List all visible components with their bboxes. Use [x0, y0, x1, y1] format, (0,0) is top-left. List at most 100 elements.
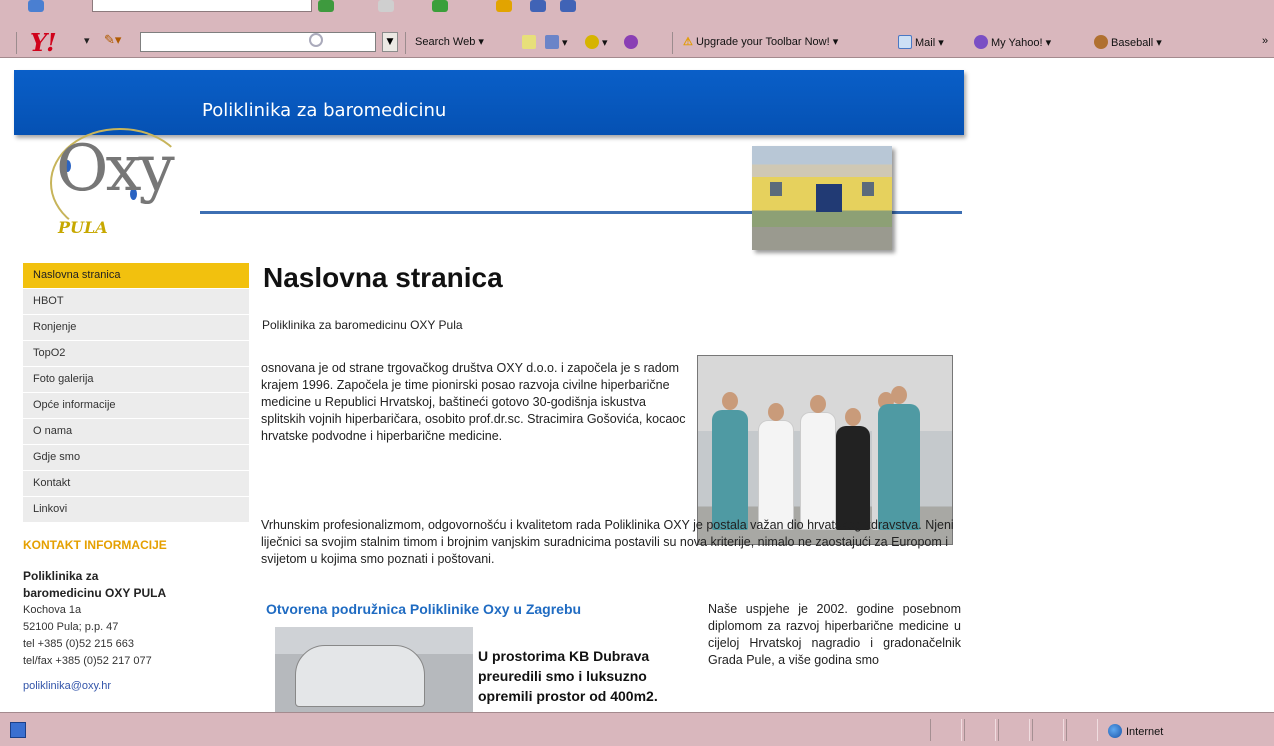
- intro-paragraph: osnovana je od strane trgovačkog društva…: [261, 361, 686, 443]
- mail-button[interactable]: Mail ▾: [898, 35, 944, 49]
- toolbar-separator: [672, 32, 673, 54]
- links-toolbar: [0, 0, 1274, 22]
- mail-icon: [898, 35, 912, 49]
- go-icon[interactable]: [318, 0, 334, 12]
- baseball-icon: [1094, 35, 1108, 49]
- popup-blocker-icon: [624, 35, 638, 49]
- page-title: Naslovna stranica: [263, 262, 503, 293]
- contact-email-link[interactable]: poliklinika@oxy.hr: [23, 678, 249, 695]
- toolbar-separator: [405, 32, 406, 54]
- status-pane: [1066, 719, 1098, 741]
- nav-item-kontakt[interactable]: Kontakt: [23, 471, 249, 497]
- contact-tel: tel +385 (0)52 215 663: [23, 638, 135, 650]
- achievements-paragraph: Naše uspjehe je 2002. godine posebnom di…: [708, 602, 961, 667]
- search-dropdown-button[interactable]: ▼: [382, 32, 398, 52]
- photo-window: [862, 182, 874, 196]
- media-icon[interactable]: [530, 0, 546, 12]
- photo-person: [800, 395, 836, 530]
- contact-city: 52100 Pula; p.p. 47: [23, 621, 119, 633]
- quality-paragraph: Vrhunskim profesionalizmom, odgovornošću…: [261, 518, 954, 566]
- photo-person-head: [810, 395, 826, 413]
- toolbar-overflow-button[interactable]: »: [1262, 35, 1268, 47]
- status-pane: [930, 719, 962, 741]
- history-icon[interactable]: [560, 0, 576, 12]
- banner-title: Poliklinika za baromedicinu: [202, 100, 447, 121]
- mail-label: Mail: [915, 37, 936, 49]
- baseball-button[interactable]: Baseball ▾: [1094, 35, 1162, 49]
- photo-door: [816, 184, 842, 212]
- status-pane: [1032, 719, 1064, 741]
- photo-hyperbaric-chamber: [295, 645, 425, 707]
- highlight-icon: [522, 35, 536, 49]
- ie-icon[interactable]: [28, 0, 44, 12]
- zagreb-branch-text: U prostorima KB Dubrava preuredili smo i…: [478, 648, 658, 704]
- security-zone-label: Internet: [1126, 726, 1164, 738]
- search-icon: [309, 33, 323, 47]
- nav-item-topo2[interactable]: TopO2: [23, 341, 249, 367]
- nav-item-ronjenje[interactable]: Ronjenje: [23, 315, 249, 341]
- logo-pula: PULA: [58, 218, 108, 237]
- page-status-icon: [10, 722, 26, 738]
- search-web-button[interactable]: Search Web ▾: [415, 35, 484, 48]
- zagreb-chamber-photo[interactable]: [275, 627, 473, 712]
- nav-item-hbot[interactable]: HBOT: [23, 289, 249, 315]
- zagreb-branch-link[interactable]: Otvorena podružnica Poliklinike Oxy u Za…: [266, 601, 581, 617]
- my-yahoo-button[interactable]: My Yahoo! ▾: [974, 35, 1051, 49]
- print-icon[interactable]: [378, 0, 394, 12]
- left-navigation: Naslovna stranica HBOT Ronjenje TopO2 Fo…: [23, 263, 249, 523]
- photo-person: [878, 386, 920, 530]
- refresh-icon[interactable]: [432, 0, 448, 12]
- clinic-building-photo: [752, 146, 892, 250]
- antispy-icon: [585, 35, 599, 49]
- my-yahoo-label: My Yahoo!: [991, 37, 1043, 49]
- star-icon[interactable]: [496, 0, 512, 12]
- news-button[interactable]: ▾: [545, 35, 568, 49]
- nav-item-opce-informacije[interactable]: Opće informacije: [23, 393, 249, 419]
- photo-window: [770, 182, 782, 196]
- photo-person-head: [891, 386, 907, 404]
- antispy-button[interactable]: ▾: [585, 35, 608, 49]
- contact-info: Poliklinika za baromedicinu OXY PULA Koc…: [23, 568, 249, 695]
- yahoo-menu-arrow-icon[interactable]: ▾: [84, 34, 90, 47]
- oxy-pula-logo[interactable]: Oxy PULA: [44, 118, 194, 246]
- page-subtitle: Poliklinika za baromedicinu OXY Pula: [262, 318, 463, 332]
- warning-icon: ⚠: [683, 36, 693, 48]
- upgrade-label: Upgrade your Toolbar Now!: [695, 36, 830, 48]
- yahoo-toolbar: Y! ▾ ✎▾ ▼ Search Web ▾ ▾ ▾ ⚠ Upgrade you…: [0, 26, 1274, 57]
- nav-item-foto-galerija[interactable]: Foto galerija: [23, 367, 249, 393]
- news-icon: [545, 35, 559, 49]
- contact-name-line2: baromedicinu OXY PULA: [23, 586, 167, 600]
- yahoo-logo-icon[interactable]: Y!: [30, 28, 57, 57]
- status-pane: [998, 719, 1030, 741]
- upgrade-toolbar-link[interactable]: ⚠ Upgrade your Toolbar Now! ▾: [683, 35, 838, 48]
- nav-item-linkovi[interactable]: Linkovi: [23, 497, 249, 523]
- globe-icon: [1108, 724, 1122, 738]
- pencil-icon[interactable]: ✎▾: [104, 32, 121, 48]
- contact-name-line1: Poliklinika za: [23, 569, 99, 583]
- address-field[interactable]: [92, 0, 312, 12]
- search-web-label: Search Web: [415, 36, 476, 48]
- popup-blocker-button[interactable]: [624, 35, 641, 49]
- photo-person: [758, 403, 794, 530]
- security-zone[interactable]: Internet: [1108, 724, 1163, 738]
- page-viewport: Poliklinika za baromedicinu Oxy PULA Nas…: [0, 58, 1274, 712]
- contact-street: Kochova 1a: [23, 604, 82, 616]
- photo-person-head: [768, 403, 784, 421]
- yahoo-search-input[interactable]: [140, 32, 376, 52]
- contact-telfax: tel/fax +385 (0)52 217 077: [23, 655, 152, 667]
- nav-item-gdje-smo[interactable]: Gdje smo: [23, 445, 249, 471]
- toolbar-grip: [16, 32, 17, 54]
- browser-toolbar-area: Y! ▾ ✎▾ ▼ Search Web ▾ ▾ ▾ ⚠ Upgrade you…: [0, 0, 1274, 58]
- my-yahoo-icon: [974, 35, 988, 49]
- logo-text: Oxy: [56, 132, 175, 206]
- photo-person: [712, 392, 748, 530]
- status-pane: [964, 719, 996, 741]
- photo-person-head: [845, 408, 861, 426]
- contact-heading: KONTAKT INFORMACIJE: [23, 538, 167, 552]
- nav-item-naslovna[interactable]: Naslovna stranica: [23, 263, 249, 289]
- baseball-label: Baseball: [1111, 37, 1154, 49]
- highlight-button[interactable]: [522, 35, 539, 49]
- nav-item-o-nama[interactable]: O nama: [23, 419, 249, 445]
- photo-person-head: [722, 392, 738, 410]
- photo-person: [836, 408, 870, 530]
